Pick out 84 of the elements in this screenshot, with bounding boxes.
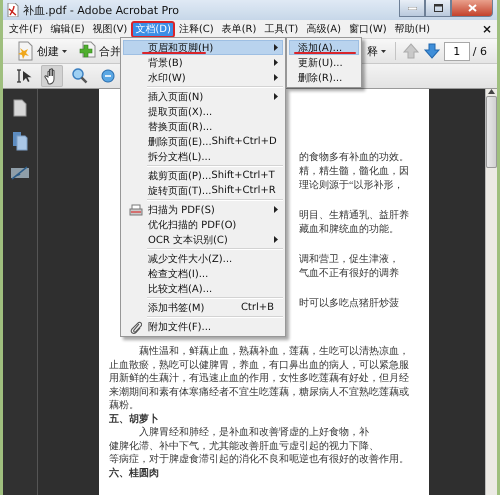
menu-item[interactable]: 背景(B) bbox=[123, 55, 283, 70]
pdf-icon bbox=[7, 3, 19, 17]
menu-item[interactable]: 更新(U)... bbox=[289, 55, 359, 70]
text-line: 用新鲜的生藕汁，有迅速止血的作用，女性多吃莲藕有好处，但月经 bbox=[108, 372, 410, 386]
text-line: 气血不正有很好的调养 bbox=[299, 267, 400, 281]
submenu-arrow-icon bbox=[274, 93, 278, 100]
down-arrow-icon[interactable] bbox=[422, 42, 441, 60]
menu-item[interactable]: 减少文件大小(Z)... bbox=[123, 251, 283, 266]
menu-bar-item[interactable]: 文件(F) bbox=[5, 20, 47, 38]
shortcut-text: Shift+Ctrl+D bbox=[212, 136, 278, 147]
page-count: / 6 bbox=[472, 44, 487, 58]
submenu-arrow-icon bbox=[274, 206, 278, 213]
text-line: 等病症，对于脾虚食滞引起的消化不良和呃逆也有很好的改善作用。 bbox=[108, 453, 410, 466]
text-line: 理论则源于“以形补形， bbox=[299, 179, 404, 193]
menu-item[interactable]: 替换页面(R)... bbox=[123, 119, 283, 134]
menu-item[interactable]: 提取页面(X)... bbox=[123, 104, 283, 119]
scrollbar-thumb[interactable] bbox=[486, 96, 497, 168]
text-line: 时可以多吃点猪肝炒菠 bbox=[299, 297, 400, 311]
page-icon[interactable] bbox=[13, 99, 27, 117]
toolbar-button[interactable]: 释 bbox=[364, 42, 389, 60]
scrollbar[interactable] bbox=[485, 89, 497, 495]
menu-bar-item[interactable]: 高级(A) bbox=[302, 20, 345, 38]
menu-bar-item[interactable]: 帮助(H) bbox=[390, 20, 434, 38]
text-line: 的食物多有补血的功效。 bbox=[299, 151, 410, 165]
shortcut-text: Shift+Ctrl+R bbox=[211, 185, 277, 196]
menu-item[interactable]: OCR 文本识别(C) bbox=[123, 232, 283, 247]
menu-item[interactable]: 拆分文档(L)... bbox=[123, 149, 283, 164]
toolbar-button[interactable]: 创建 bbox=[11, 39, 70, 63]
section-heading: 六、桂圆肉 bbox=[108, 466, 160, 480]
minimize-icon bbox=[408, 6, 416, 10]
submenu-arrow-icon bbox=[274, 59, 278, 66]
submenu-arrow-icon bbox=[274, 74, 278, 81]
menu-item[interactable]: 删除页面(E)...Shift+Ctrl+D bbox=[123, 134, 283, 149]
menu-item[interactable]: 删除(R)... bbox=[289, 70, 359, 85]
text-line: 调和营卫，促生津液， bbox=[299, 253, 400, 267]
caret-icon bbox=[380, 50, 386, 52]
text-line: 来潮期间和素有体寒痛经者不宜生吃莲藕，糖尿病人不宜熟吃莲藕或 bbox=[108, 386, 410, 399]
maximize-button[interactable] bbox=[425, 0, 451, 17]
menu-bar-item[interactable]: 注释(C) bbox=[174, 20, 218, 38]
page-number-field[interactable]: 1 bbox=[444, 42, 470, 60]
text-line: 藕粉。 bbox=[108, 399, 140, 412]
menu-item[interactable]: 比较文档(A)... bbox=[123, 281, 283, 296]
menu-item[interactable]: 检查文档(I)... bbox=[123, 266, 283, 281]
menu-item[interactable]: 优化扫描的 PDF(O) bbox=[123, 217, 283, 232]
menu-bar-item[interactable]: 窗口(W) bbox=[345, 20, 391, 38]
menu-bar-item[interactable]: 视图(V) bbox=[88, 20, 132, 38]
menu-item[interactable]: 添加(A)... bbox=[289, 40, 359, 55]
text-line: 入脾胃经和肺经，是补血和改善肾虚的上好食物，补 bbox=[138, 426, 370, 440]
scanner-icon bbox=[129, 204, 143, 216]
menu-item[interactable]: 页眉和页脚(H) bbox=[123, 40, 283, 55]
menu-item[interactable]: 水印(W) bbox=[123, 70, 283, 85]
shortcut-text: Shift+Ctrl+T bbox=[211, 170, 276, 181]
close-button[interactable] bbox=[451, 0, 493, 17]
text-line: 藕性温和，鲜藕止血，熟藕补血，莲藕，生吃可以清热凉血， bbox=[138, 345, 410, 358]
menu-item[interactable]: 旋转页面(T)...Shift+Ctrl+R bbox=[123, 183, 283, 198]
submenu-arrow-icon bbox=[274, 44, 278, 51]
menu-item[interactable]: 扫描为 PDF(S) bbox=[123, 202, 283, 217]
menu-bar-item[interactable]: 编辑(E) bbox=[46, 20, 89, 38]
menu-item[interactable]: 插入页面(N) bbox=[123, 89, 283, 104]
menu-item[interactable]: 附加文件(F)... bbox=[123, 319, 283, 334]
menu-bar-item[interactable]: 工具(T) bbox=[260, 20, 302, 38]
section-heading: 五、胡萝卜 bbox=[108, 412, 160, 426]
window-title: 补血.pdf - Adobe Acrobat Pro bbox=[23, 2, 180, 18]
select-tool-icon[interactable] bbox=[15, 68, 33, 84]
text-line: 藏血和脾统血的功能。 bbox=[299, 223, 400, 237]
zoom-icon[interactable] bbox=[71, 67, 89, 85]
close-icon bbox=[468, 4, 476, 12]
tool-button[interactable] bbox=[41, 65, 63, 87]
maximize-icon bbox=[434, 4, 442, 12]
text-line: 精，精生髓，髓化血，因 bbox=[299, 165, 410, 179]
shortcut-text: Ctrl+B bbox=[240, 302, 275, 313]
caret-icon bbox=[62, 50, 67, 52]
text-line: 健脾化滞、补中下气，尤其能改善肝血亏虚引起的视力下降、 bbox=[108, 440, 380, 453]
close-document-button[interactable]: × bbox=[478, 22, 495, 36]
submenu-arrow-icon bbox=[274, 236, 278, 243]
zoom-out-icon[interactable] bbox=[101, 69, 115, 83]
pages-icon[interactable] bbox=[12, 131, 28, 151]
menu-item[interactable]: 裁剪页面(P)...Shift+Ctrl+T bbox=[123, 168, 283, 183]
paperclip-icon bbox=[130, 320, 142, 334]
menu-bar-item[interactable]: 表单(R) bbox=[218, 20, 260, 38]
menu-item[interactable]: 添加书签(M) Ctrl+B bbox=[123, 300, 283, 315]
text-line: 止血散瘀，熟吃可以健脾胃，养血，有口鼻出血的病人，可以紧急服 bbox=[108, 358, 410, 372]
minimize-button[interactable] bbox=[399, 0, 425, 17]
text-line: 明目、生精通乳、益肝养 bbox=[299, 209, 410, 223]
